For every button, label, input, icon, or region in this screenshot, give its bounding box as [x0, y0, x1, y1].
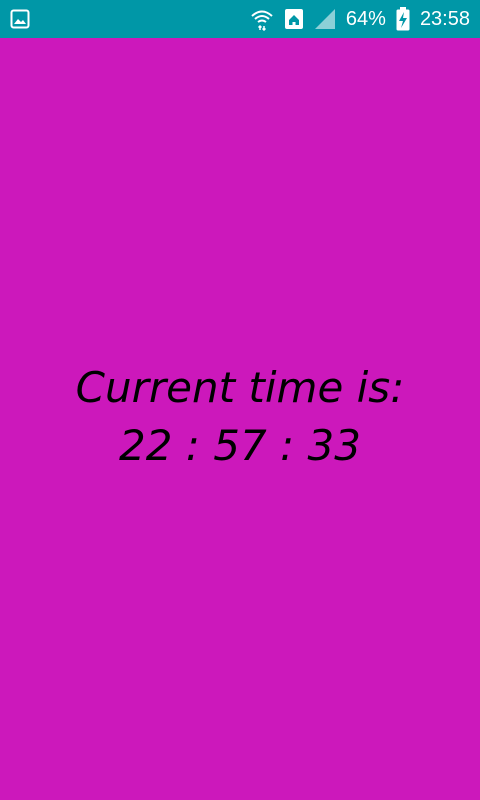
current-time-label: Current time is:: [75, 363, 405, 412]
battery-percent: 64%: [345, 8, 386, 30]
status-bar: 64% 23:58: [0, 0, 480, 38]
signal-icon: [314, 8, 336, 30]
gallery-notification-icon: [10, 9, 30, 29]
status-bar-left: [10, 9, 30, 29]
battery-charging-icon: [396, 7, 410, 31]
home-launcher-icon: [284, 8, 304, 30]
wifi-icon: [250, 7, 274, 31]
status-clock: 23:58: [419, 8, 470, 30]
time-display: Current time is: 22 : 57 : 33: [76, 359, 405, 475]
main-content: Current time is: 22 : 57 : 33: [0, 38, 480, 800]
status-bar-right: 64% 23:58: [250, 7, 470, 31]
app-screen: 64% 23:58 Current time is: 22 : 57 : 33: [0, 0, 480, 800]
current-time-value: 22 : 57 : 33: [118, 421, 362, 470]
